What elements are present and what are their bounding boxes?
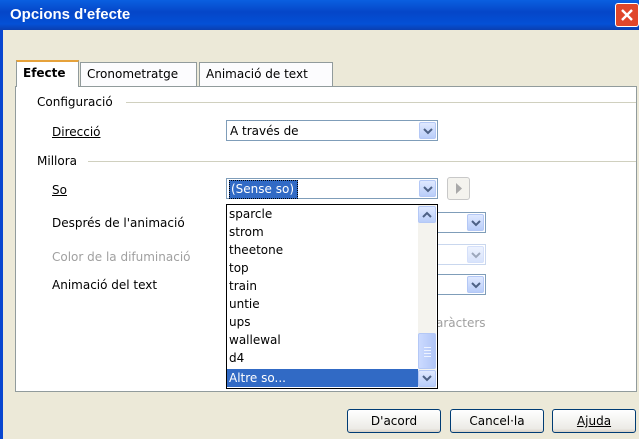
list-item[interactable]: train: [229, 277, 417, 295]
hidden-label-fragment: aràcters: [436, 316, 486, 330]
play-button[interactable]: [447, 177, 470, 200]
dropdown-button[interactable]: [419, 180, 436, 197]
list-item[interactable]: theetone: [229, 241, 417, 259]
window-border: [0, 30, 3, 439]
dropdown-button[interactable]: [467, 214, 484, 231]
despres-label: Després de l'animació: [52, 216, 185, 230]
list-item[interactable]: d4: [229, 349, 417, 367]
ok-button[interactable]: D'acord: [347, 409, 441, 433]
so-label: So: [52, 183, 67, 197]
scroll-down-button[interactable]: [418, 370, 436, 387]
list-item[interactable]: strom: [229, 223, 417, 241]
sound-dropdown-list[interactable]: sparcle strom theetone top train untie u…: [226, 204, 438, 389]
title-bar: Opcions d'efecte: [0, 0, 639, 30]
chevron-down-icon: [471, 282, 481, 289]
group-configuracio: Configuració: [37, 95, 113, 109]
tab-animacio-de-text[interactable]: Animació de text: [199, 62, 333, 86]
close-button[interactable]: [615, 3, 639, 27]
chevron-up-icon: [422, 211, 432, 218]
color-label: Color de la difuminació: [52, 250, 191, 264]
list-item[interactable]: ups: [229, 313, 417, 331]
dropdown-button[interactable]: [467, 246, 484, 263]
divider: [88, 161, 636, 162]
list-item-selected[interactable]: Altre so...: [227, 369, 418, 387]
list-item[interactable]: untie: [229, 295, 417, 313]
list-item[interactable]: wallewal: [229, 331, 417, 349]
scroll-up-button[interactable]: [418, 206, 436, 223]
so-value: (Sense so): [229, 180, 299, 199]
help-button-label: Ajuda: [576, 414, 612, 428]
chevron-down-icon: [471, 252, 481, 259]
direccio-label: Direcció: [52, 125, 101, 139]
play-icon: [456, 183, 462, 194]
scrollbar[interactable]: [418, 205, 436, 388]
cancel-button[interactable]: Cancel·la: [450, 409, 544, 433]
animacio-text-label: Animació del text: [52, 278, 158, 292]
dropdown-button[interactable]: [467, 276, 484, 293]
dropdown-button[interactable]: [419, 122, 436, 139]
divider: [126, 102, 636, 103]
scroll-thumb[interactable]: [418, 333, 436, 369]
tab-efecte[interactable]: Efecte: [16, 60, 79, 87]
chevron-down-icon: [422, 375, 432, 382]
help-button[interactable]: Ajuda: [552, 409, 636, 433]
chevron-down-icon: [423, 128, 433, 135]
chevron-down-icon: [471, 220, 481, 227]
chevron-down-icon: [423, 186, 433, 193]
so-select[interactable]: (Sense so): [226, 178, 438, 199]
close-icon: [621, 9, 633, 21]
direccio-select[interactable]: A través de: [226, 120, 438, 141]
window-title: Opcions d'efecte: [10, 6, 131, 23]
tab-cronometratge[interactable]: Cronometratge: [80, 62, 197, 86]
direccio-value: A través de: [230, 124, 299, 138]
list-item[interactable]: top: [229, 259, 417, 277]
group-millora: Millora: [37, 154, 77, 168]
list-item[interactable]: sparcle: [229, 205, 417, 223]
